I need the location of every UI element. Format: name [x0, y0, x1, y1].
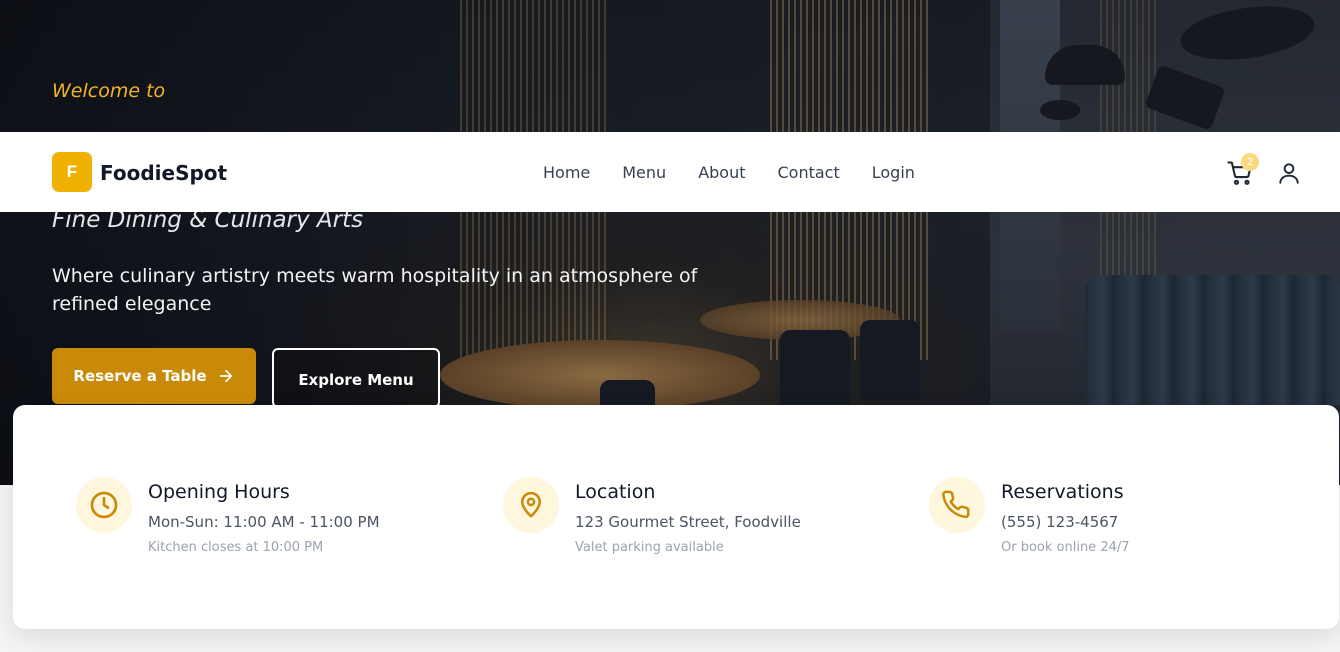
- booth-seating: [1085, 275, 1340, 405]
- pendant-lamp: [1040, 100, 1080, 120]
- nav-home[interactable]: Home: [527, 161, 606, 184]
- info-icon-bg: [503, 477, 559, 533]
- map-pin-icon: [521, 491, 541, 518]
- nav-about[interactable]: About: [682, 161, 761, 184]
- reserve-table-label: Reserve a Table: [73, 367, 207, 385]
- brand-name[interactable]: FoodieSpot: [100, 161, 227, 185]
- user-icon[interactable]: [1276, 160, 1302, 186]
- info-icon-bg: [929, 477, 985, 533]
- nav-links: Home Menu About Contact Login: [527, 161, 931, 184]
- navbar: F FoodieSpot Home Menu About Contact Log…: [0, 132, 1340, 212]
- explore-menu-label: Explore Menu: [298, 371, 414, 389]
- info-card: Opening Hours Mon-Sun: 11:00 AM - 11:00 …: [13, 405, 1339, 629]
- dining-chair: [860, 320, 920, 400]
- explore-menu-button[interactable]: Explore Menu: [272, 348, 440, 408]
- info-title: Opening Hours: [148, 481, 290, 503]
- info-icon-bg: [76, 477, 132, 533]
- nav-menu[interactable]: Menu: [606, 161, 682, 184]
- arrow-right-icon: [219, 369, 232, 383]
- dining-chair: [780, 330, 850, 410]
- cart-count-badge: 2: [1241, 153, 1259, 171]
- info-note: Kitchen closes at 10:00 PM: [148, 540, 324, 555]
- info-title: Reservations: [1001, 481, 1124, 503]
- nav-login[interactable]: Login: [856, 161, 931, 184]
- logo[interactable]: F: [52, 152, 92, 192]
- info-note: Valet parking available: [575, 540, 724, 555]
- phone-icon: [942, 490, 970, 519]
- clock-icon: [90, 491, 118, 519]
- info-line: 123 Gourmet Street, Foodville: [575, 513, 801, 531]
- info-title: Location: [575, 481, 656, 503]
- hero-welcome: Welcome to: [52, 80, 166, 102]
- info-line: Mon-Sun: 11:00 AM - 11:00 PM: [148, 513, 380, 531]
- info-note: Or book online 24/7: [1001, 540, 1130, 555]
- nav-contact[interactable]: Contact: [762, 161, 856, 184]
- logo-letter: F: [66, 162, 78, 181]
- info-line: (555) 123-4567: [1001, 513, 1119, 531]
- hero-subtitle: Where culinary artistry meets warm hospi…: [52, 265, 698, 315]
- reserve-table-button[interactable]: Reserve a Table: [52, 348, 256, 404]
